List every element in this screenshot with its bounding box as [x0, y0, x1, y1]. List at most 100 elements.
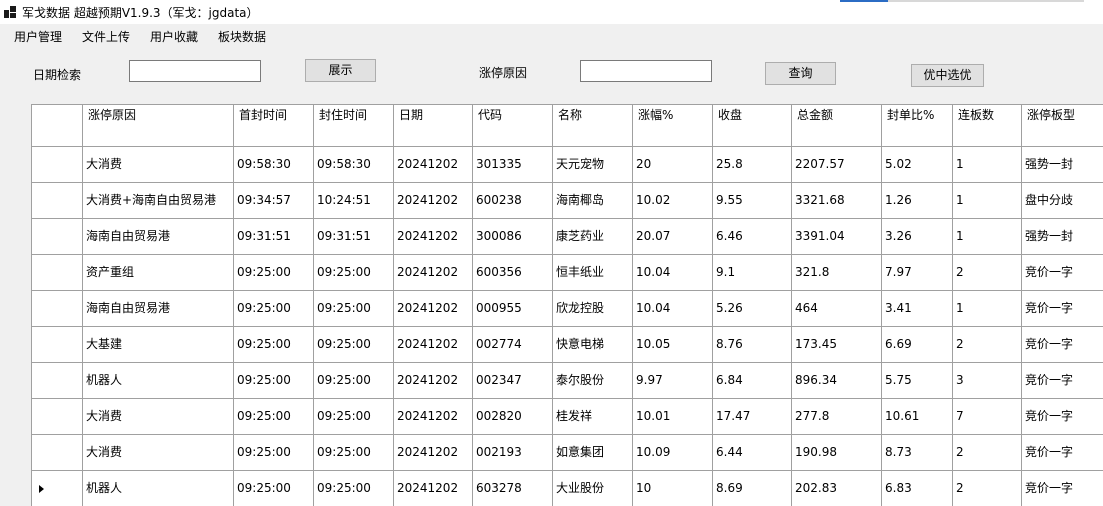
- cell-first-seal-time[interactable]: 09:25:00: [234, 291, 314, 327]
- cell-board-type[interactable]: 竞价一字: [1022, 435, 1103, 471]
- column-header-code[interactable]: 代码: [473, 105, 553, 147]
- cell-close[interactable]: 8.76: [713, 327, 792, 363]
- cell-sealed-time[interactable]: 09:58:30: [314, 147, 394, 183]
- cell-first-seal-time[interactable]: 09:34:57: [234, 183, 314, 219]
- cell-code[interactable]: 600238: [473, 183, 553, 219]
- cell-change-pct[interactable]: 9.97: [633, 363, 713, 399]
- reason-input[interactable]: [580, 60, 712, 82]
- row-header[interactable]: [32, 183, 83, 219]
- cell-sealed-time[interactable]: 09:25:00: [314, 363, 394, 399]
- cell-seal-ratio[interactable]: 1.26: [882, 183, 953, 219]
- column-header-board-type[interactable]: 涨停板型: [1022, 105, 1103, 147]
- cell-board-type[interactable]: 强势一封: [1022, 147, 1103, 183]
- cell-board-type[interactable]: 竞价一字: [1022, 363, 1103, 399]
- cell-total-amount[interactable]: 3391.04: [792, 219, 882, 255]
- data-grid[interactable]: 涨停原因 首封时间 封住时间 日期 代码 名称 涨幅% 收盘 总金额 封单比% 连板数 涨停板型 大消费…: [31, 104, 1103, 506]
- cell-seal-ratio[interactable]: 8.73: [882, 435, 953, 471]
- cell-change-pct[interactable]: 10.04: [633, 291, 713, 327]
- cell-sealed-time[interactable]: 09:25:00: [314, 471, 394, 506]
- cell-name[interactable]: 康芝药业: [553, 219, 633, 255]
- cell-total-amount[interactable]: 202.83: [792, 471, 882, 506]
- column-header-sealed-time[interactable]: 封住时间: [314, 105, 394, 147]
- row-header[interactable]: [32, 363, 83, 399]
- cell-reason[interactable]: 大消费: [83, 435, 234, 471]
- cell-close[interactable]: 5.26: [713, 291, 792, 327]
- row-header[interactable]: [32, 255, 83, 291]
- cell-code[interactable]: 600356: [473, 255, 553, 291]
- column-header-first-seal-time[interactable]: 首封时间: [234, 105, 314, 147]
- cell-change-pct[interactable]: 10.09: [633, 435, 713, 471]
- cell-change-pct[interactable]: 10.02: [633, 183, 713, 219]
- cell-date[interactable]: 20241202: [394, 183, 473, 219]
- cell-close[interactable]: 6.84: [713, 363, 792, 399]
- cell-change-pct[interactable]: 10: [633, 471, 713, 506]
- row-header[interactable]: [32, 291, 83, 327]
- cell-streak-count[interactable]: 1: [953, 219, 1022, 255]
- cell-streak-count[interactable]: 2: [953, 327, 1022, 363]
- cell-name[interactable]: 快意电梯: [553, 327, 633, 363]
- cell-date[interactable]: 20241202: [394, 435, 473, 471]
- cell-first-seal-time[interactable]: 09:25:00: [234, 327, 314, 363]
- cell-first-seal-time[interactable]: 09:25:00: [234, 399, 314, 435]
- cell-total-amount[interactable]: 464: [792, 291, 882, 327]
- cell-first-seal-time[interactable]: 09:25:00: [234, 255, 314, 291]
- menu-file-upload[interactable]: 文件上传: [82, 28, 130, 45]
- cell-close[interactable]: 9.1: [713, 255, 792, 291]
- cell-streak-count[interactable]: 2: [953, 255, 1022, 291]
- cell-sealed-time[interactable]: 09:25:00: [314, 399, 394, 435]
- cell-close[interactable]: 6.44: [713, 435, 792, 471]
- cell-reason[interactable]: 海南自由贸易港: [83, 219, 234, 255]
- cell-first-seal-time[interactable]: 09:25:00: [234, 363, 314, 399]
- cell-seal-ratio[interactable]: 3.26: [882, 219, 953, 255]
- cell-code[interactable]: 603278: [473, 471, 553, 506]
- cell-seal-ratio[interactable]: 6.83: [882, 471, 953, 506]
- row-header[interactable]: [32, 435, 83, 471]
- cell-close[interactable]: 9.55: [713, 183, 792, 219]
- row-header[interactable]: [32, 471, 83, 506]
- cell-reason[interactable]: 大消费: [83, 147, 234, 183]
- cell-seal-ratio[interactable]: 5.02: [882, 147, 953, 183]
- column-header-streak-count[interactable]: 连板数: [953, 105, 1022, 147]
- cell-name[interactable]: 如意集团: [553, 435, 633, 471]
- cell-sealed-time[interactable]: 09:25:00: [314, 291, 394, 327]
- cell-date[interactable]: 20241202: [394, 219, 473, 255]
- cell-streak-count[interactable]: 7: [953, 399, 1022, 435]
- cell-reason[interactable]: 大消费+海南自由贸易港: [83, 183, 234, 219]
- cell-sealed-time[interactable]: 09:31:51: [314, 219, 394, 255]
- cell-code[interactable]: 300086: [473, 219, 553, 255]
- cell-seal-ratio[interactable]: 5.75: [882, 363, 953, 399]
- cell-code[interactable]: 002347: [473, 363, 553, 399]
- cell-streak-count[interactable]: 3: [953, 363, 1022, 399]
- cell-change-pct[interactable]: 10.04: [633, 255, 713, 291]
- row-header[interactable]: [32, 147, 83, 183]
- cell-change-pct[interactable]: 10.01: [633, 399, 713, 435]
- cell-reason[interactable]: 资产重组: [83, 255, 234, 291]
- pick-best-button[interactable]: 优中选优: [911, 64, 984, 87]
- column-header-date[interactable]: 日期: [394, 105, 473, 147]
- cell-date[interactable]: 20241202: [394, 327, 473, 363]
- cell-reason[interactable]: 大基建: [83, 327, 234, 363]
- cell-reason[interactable]: 大消费: [83, 399, 234, 435]
- column-header-change-pct[interactable]: 涨幅%: [633, 105, 713, 147]
- cell-date[interactable]: 20241202: [394, 363, 473, 399]
- cell-seal-ratio[interactable]: 10.61: [882, 399, 953, 435]
- cell-total-amount[interactable]: 2207.57: [792, 147, 882, 183]
- cell-streak-count[interactable]: 2: [953, 471, 1022, 506]
- cell-seal-ratio[interactable]: 7.97: [882, 255, 953, 291]
- menu-user-favorites[interactable]: 用户收藏: [150, 28, 198, 45]
- cell-board-type[interactable]: 竞价一字: [1022, 399, 1103, 435]
- cell-name[interactable]: 天元宠物: [553, 147, 633, 183]
- cell-seal-ratio[interactable]: 3.41: [882, 291, 953, 327]
- cell-sealed-time[interactable]: 10:24:51: [314, 183, 394, 219]
- cell-change-pct[interactable]: 10.05: [633, 327, 713, 363]
- date-search-input[interactable]: [129, 60, 261, 82]
- cell-total-amount[interactable]: 3321.68: [792, 183, 882, 219]
- column-header-total-amount[interactable]: 总金额: [792, 105, 882, 147]
- cell-streak-count[interactable]: 1: [953, 183, 1022, 219]
- row-header[interactable]: [32, 327, 83, 363]
- cell-streak-count[interactable]: 1: [953, 147, 1022, 183]
- cell-close[interactable]: 6.46: [713, 219, 792, 255]
- cell-date[interactable]: 20241202: [394, 147, 473, 183]
- cell-name[interactable]: 泰尔股份: [553, 363, 633, 399]
- cell-streak-count[interactable]: 1: [953, 291, 1022, 327]
